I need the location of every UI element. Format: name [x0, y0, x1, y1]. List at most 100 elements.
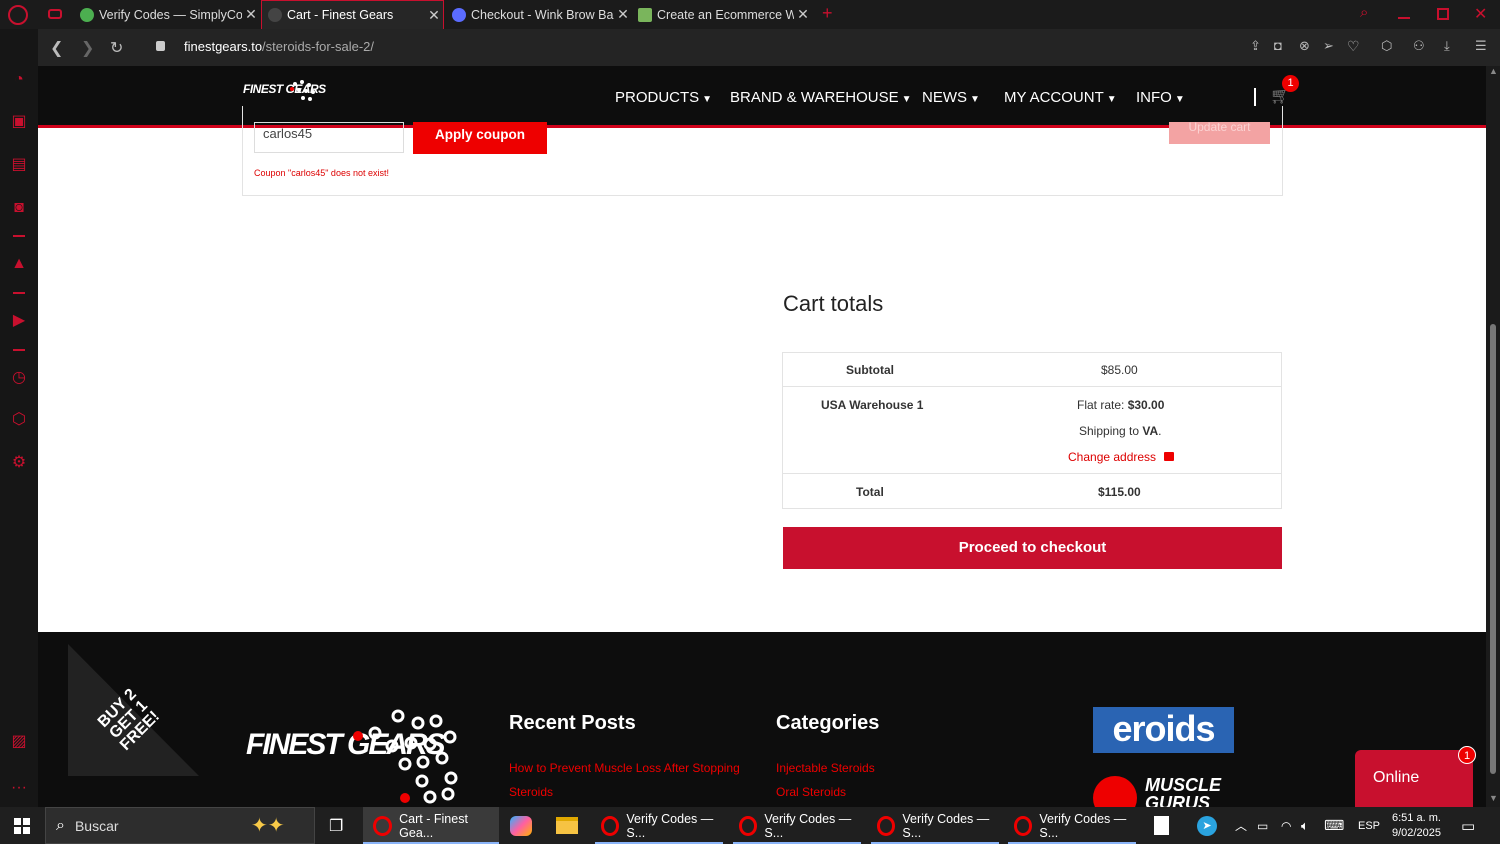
workspaces-icon[interactable]	[48, 9, 62, 19]
cart-totals-heading: Cart totals	[783, 291, 884, 316]
arc-app-icon[interactable]: ▲	[9, 254, 29, 274]
share-icon[interactable]: ⇪	[1250, 38, 1261, 54]
tab-title: Verify Codes — SimplyCodes	[99, 7, 242, 22]
update-cart-button[interactable]: Update cart	[1169, 122, 1270, 144]
apply-coupon-button[interactable]: Apply coupon	[413, 122, 547, 154]
copilot-app-icon[interactable]	[510, 807, 532, 844]
chevron-down-icon: ▼	[901, 94, 912, 105]
nav-news[interactable]: NEWS ▼	[922, 89, 980, 106]
keyboard-icon[interactable]: ⌨	[1324, 807, 1344, 844]
nav-products[interactable]: PRODUCTS ▼	[615, 89, 712, 106]
tab-create-ecommerce[interactable]: Create an Ecommerce Website ✕	[632, 0, 812, 29]
twitch-icon[interactable]: ▤	[9, 155, 29, 175]
more-dots-icon[interactable]: ···	[9, 778, 29, 798]
task-view-icon[interactable]: ❐	[329, 807, 343, 844]
aria-ai-icon[interactable]: ◔	[9, 70, 29, 90]
language-indicator[interactable]: ESP	[1358, 807, 1380, 844]
finestgears-favicon-icon	[268, 8, 282, 22]
player-icon[interactable]: ▶	[9, 311, 29, 331]
opera-icon	[877, 815, 896, 836]
send-icon[interactable]: ➢	[1323, 38, 1334, 54]
search-tabs-icon[interactable]: ⌕	[1360, 4, 1368, 21]
tab-title: Cart - Finest Gears	[287, 8, 394, 22]
adblock-icon[interactable]: ⊗	[1299, 38, 1310, 54]
windows-taskbar: ⌕ Buscar ✦✦ ❐ Cart - Finest Gea... Verif…	[0, 807, 1500, 844]
taskbar-app-verify-3[interactable]: Verify Codes — S...	[871, 807, 999, 844]
subtotal-row: Subtotal $85.00	[782, 352, 1282, 387]
close-window-icon[interactable]: ✕	[1474, 4, 1487, 24]
nav-news-label: NEWS	[922, 89, 967, 106]
nav-info-label: INFO	[1136, 89, 1172, 106]
volume-icon[interactable]: 🔈︎	[1301, 807, 1309, 844]
live-chat-widget[interactable]: Online 1	[1355, 746, 1476, 807]
opera-menu-icon[interactable]	[8, 5, 28, 25]
start-button[interactable]	[14, 807, 30, 844]
site-logo[interactable]: FINEST GEARS	[243, 80, 326, 101]
category-link[interactable]: Injectable Steroids	[776, 761, 875, 775]
scroll-down-arrow-icon[interactable]: ▼	[1489, 793, 1498, 803]
shopping-bag-icon[interactable]: ▣	[9, 112, 29, 132]
tab-checkout-wink[interactable]: Checkout - Wink Brow Bar ✕	[446, 0, 632, 29]
nav-brand-warehouse[interactable]: BRAND & WAREHOUSE ▼	[730, 89, 912, 106]
tray-overflow-chevron-icon[interactable]: ︿	[1235, 807, 1247, 844]
instagram-icon[interactable]: ◙	[9, 198, 29, 218]
notepad-file-icon[interactable]	[1154, 807, 1169, 844]
taskbar-search-box[interactable]: ⌕ Buscar ✦✦	[45, 807, 315, 844]
clock[interactable]: 6:51 a. m. 9/02/2025	[1392, 807, 1441, 844]
easy-setup-icon[interactable]: ☰	[1475, 38, 1487, 54]
taskbar-app-verify-4[interactable]: Verify Codes — S...	[1008, 807, 1136, 844]
file-explorer-icon[interactable]	[556, 807, 578, 844]
downloads-icon[interactable]: ⤓	[1444, 38, 1450, 54]
opera-icon	[601, 815, 620, 836]
proceed-to-checkout-button[interactable]: Proceed to checkout	[783, 527, 1282, 569]
change-address-link[interactable]: Change address	[1068, 450, 1175, 464]
scrollbar-thumb[interactable]	[1490, 324, 1496, 774]
gallery-icon[interactable]: ▨	[9, 732, 29, 752]
taskbar-app-verify-1[interactable]: Verify Codes — S...	[595, 807, 723, 844]
recent-posts-heading: Recent Posts	[509, 712, 636, 734]
bookmark-heart-icon[interactable]: ♡	[1347, 38, 1360, 55]
close-tab-icon[interactable]: ✕	[242, 6, 260, 23]
coupon-input[interactable]: carlos45	[254, 122, 404, 153]
close-tab-icon[interactable]: ✕	[794, 6, 812, 23]
recent-post-link[interactable]: How to Prevent Muscle Loss After Stoppin…	[509, 761, 740, 775]
extensions-cube-icon[interactable]: ⬡	[1381, 38, 1392, 54]
coupon-error-message: Coupon "carlos45" does not exist!	[254, 168, 389, 178]
flat-rate-value: $30.00	[1127, 398, 1165, 412]
forward-icon[interactable]: ❯	[81, 38, 94, 58]
notifications-icon[interactable]: ▭	[1461, 807, 1475, 844]
restore-window-icon[interactable]	[1437, 8, 1449, 20]
taskbar-app-verify-2[interactable]: Verify Codes — S...	[733, 807, 861, 844]
extensions-icon[interactable]: ⬡	[9, 410, 29, 430]
profile-icon[interactable]: ⚇	[1413, 38, 1425, 54]
page-scrollbar[interactable]: ▲ ▼	[1486, 66, 1500, 807]
opera-icon	[373, 815, 393, 836]
eroids-logo[interactable]: eroids	[1093, 707, 1234, 753]
taskbar-app-label: Verify Codes — S...	[626, 811, 714, 840]
new-tab-plus-icon[interactable]: +	[822, 3, 833, 24]
minimize-window-icon[interactable]	[1398, 17, 1410, 19]
url-path: /steroids-for-sale-2/	[262, 39, 375, 54]
scroll-up-arrow-icon[interactable]: ▲	[1489, 66, 1498, 76]
wifi-icon[interactable]: ◠	[1281, 807, 1291, 844]
tab-cart-finest-gears[interactable]: Cart - Finest Gears ✕	[261, 0, 444, 29]
subtotal-label: Subtotal	[846, 363, 894, 377]
category-link[interactable]: Oral Steroids	[776, 785, 846, 799]
taskbar-app-cart[interactable]: Cart - Finest Gea...	[363, 807, 499, 844]
snapshot-icon[interactable]: ◘	[1274, 38, 1282, 53]
browser-tab-bar: Verify Codes — SimplyCodes ✕ Cart - Fine…	[0, 0, 1500, 29]
history-clock-icon[interactable]: ◷	[9, 368, 29, 388]
back-icon[interactable]: ❮	[50, 38, 63, 58]
close-tab-icon[interactable]: ✕	[614, 6, 632, 23]
nav-my-account[interactable]: MY ACCOUNT ▼	[1004, 89, 1117, 106]
musclegurus-logo[interactable]: MUSCLE GURUS	[1093, 772, 1234, 807]
settings-gear-icon[interactable]: ⚙	[9, 453, 29, 473]
reload-icon[interactable]: ↻	[110, 38, 123, 58]
nav-info[interactable]: INFO ▼	[1136, 89, 1185, 106]
telegram-icon[interactable]: ➤	[1197, 807, 1217, 844]
url-field[interactable]: finestgears.to/steroids-for-sale-2/	[184, 39, 374, 54]
battery-icon[interactable]: ▭	[1257, 807, 1268, 844]
recent-post-link[interactable]: Steroids	[509, 785, 553, 799]
tab-verify-codes[interactable]: Verify Codes — SimplyCodes ✕	[74, 0, 260, 29]
close-tab-icon[interactable]: ✕	[425, 7, 443, 24]
